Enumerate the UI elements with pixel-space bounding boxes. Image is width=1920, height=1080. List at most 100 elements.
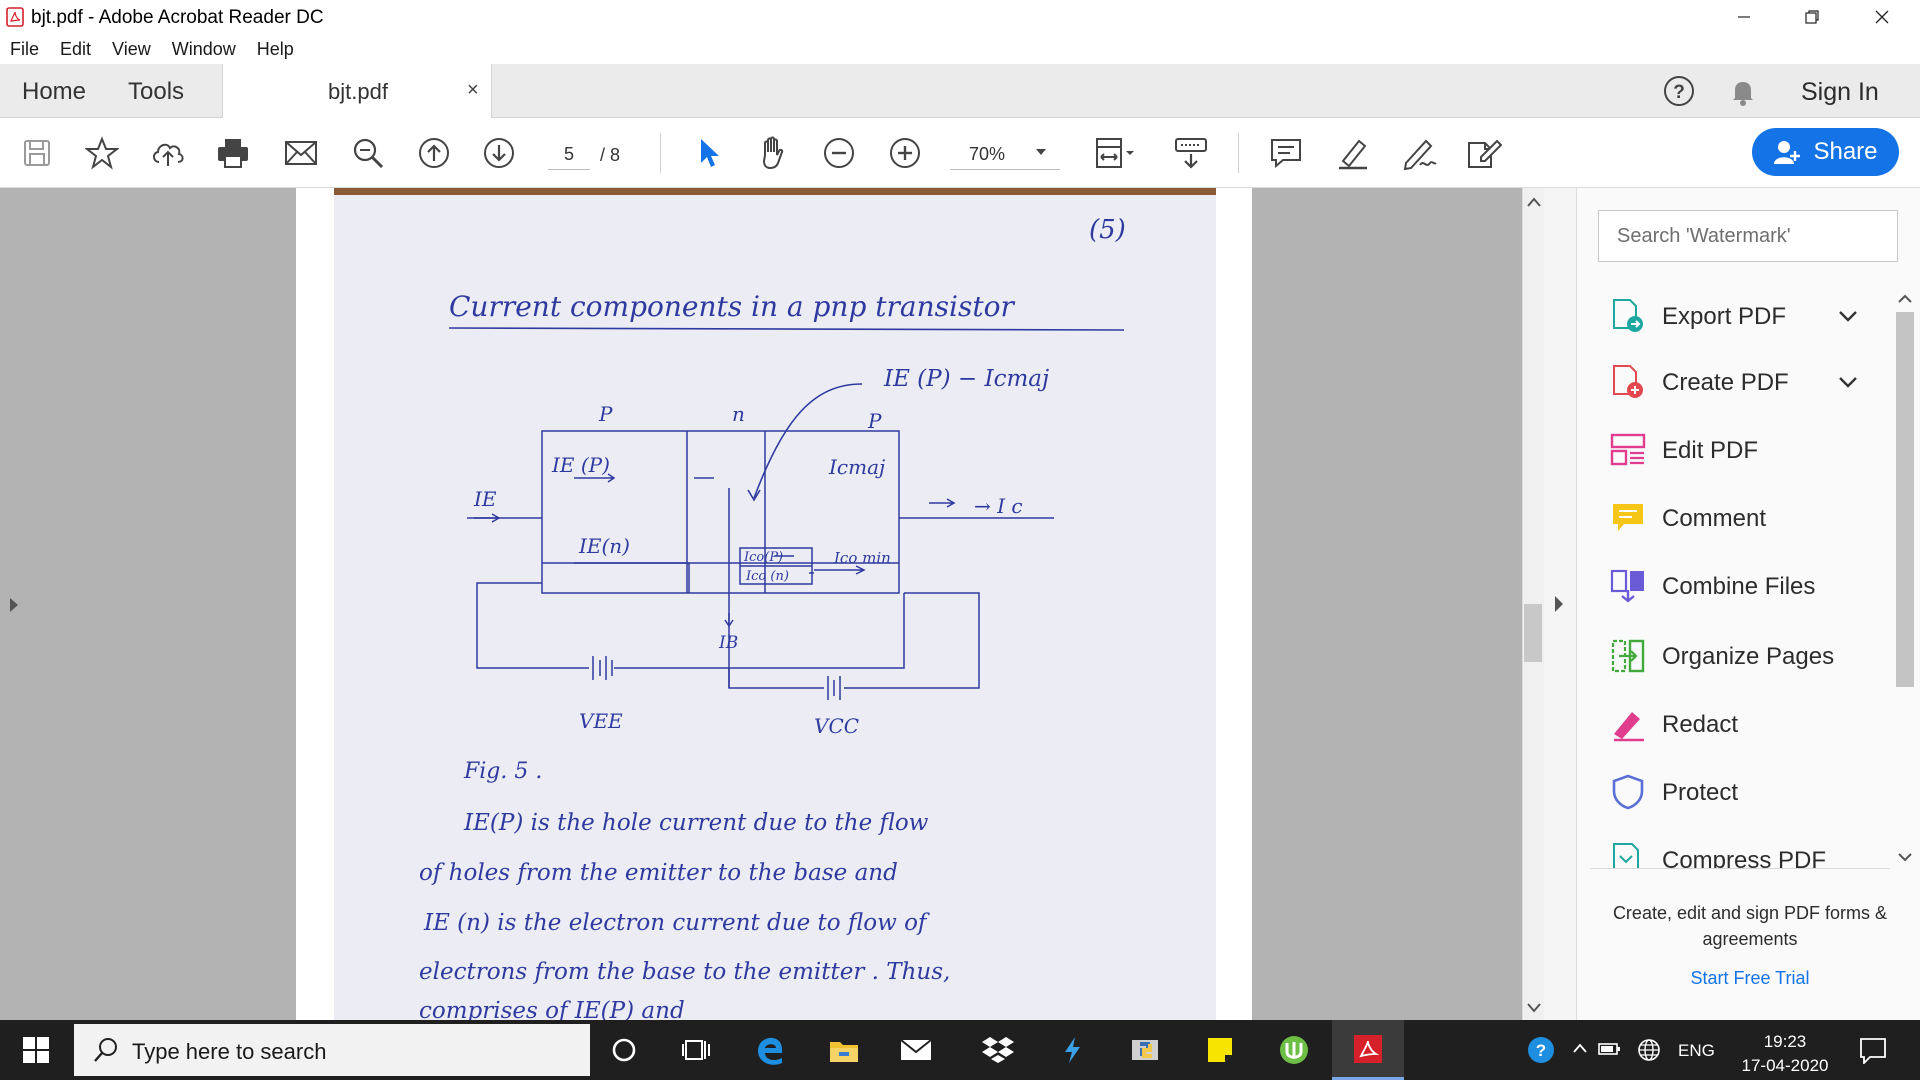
- expand-left-panel-icon[interactable]: [8, 597, 20, 613]
- sign-icon[interactable]: [1398, 132, 1440, 174]
- menu-file[interactable]: File: [10, 39, 39, 60]
- tool-comment[interactable]: Comment: [1610, 494, 1900, 542]
- page-up-icon[interactable]: [413, 132, 455, 174]
- menu-help[interactable]: Help: [257, 39, 294, 60]
- document-scroll-thumb[interactable]: [1524, 604, 1542, 662]
- tools-pane-divider: [1590, 868, 1890, 869]
- dropbox-icon[interactable]: [962, 1020, 1034, 1080]
- start-button[interactable]: [0, 1020, 72, 1080]
- tool-export-pdf[interactable]: Export PDF: [1610, 292, 1900, 340]
- cortana-icon[interactable]: [588, 1020, 660, 1080]
- tool-combine-files[interactable]: Combine Files: [1610, 562, 1900, 610]
- print-icon[interactable]: [212, 132, 254, 174]
- label-ie-p: IE (P): [551, 453, 610, 477]
- label-ie-n: IE(n): [578, 534, 630, 558]
- help-tray-icon[interactable]: ?: [1526, 1035, 1556, 1065]
- zoom-out-icon[interactable]: [818, 132, 860, 174]
- collapse-right-pane-button[interactable]: [1544, 188, 1576, 1020]
- battery-icon[interactable]: [1598, 1040, 1622, 1058]
- notification-bell-icon[interactable]: [1726, 74, 1760, 108]
- protect-icon: [1610, 774, 1646, 810]
- utorrent-icon[interactable]: [1258, 1020, 1330, 1080]
- highlight-icon[interactable]: [1332, 132, 1374, 174]
- input-language[interactable]: ENG: [1678, 1041, 1715, 1061]
- edit-pdf-icon: [1610, 432, 1646, 468]
- tool-protect[interactable]: Protect: [1610, 768, 1900, 816]
- handwritten-page-number: (5): [1089, 215, 1126, 245]
- sticky-notes-icon[interactable]: [1184, 1020, 1256, 1080]
- tool-organize-pages[interactable]: Organize Pages: [1610, 632, 1900, 680]
- window-title: bjt.pdf - Adobe Acrobat Reader DC: [31, 7, 324, 28]
- fit-page-icon[interactable]: [1090, 132, 1140, 174]
- task-view-icon[interactable]: [660, 1020, 732, 1080]
- zoom-in-icon[interactable]: [884, 132, 926, 174]
- tools-pane-scroll-thumb[interactable]: [1896, 312, 1914, 687]
- comment-icon[interactable]: [1265, 132, 1307, 174]
- bookmark-star-icon[interactable]: [81, 132, 123, 174]
- taskbar-search-box[interactable]: Type here to search: [74, 1024, 590, 1076]
- edge-icon[interactable]: [734, 1020, 806, 1080]
- page-down-icon[interactable]: [478, 132, 520, 174]
- save-icon[interactable]: [16, 132, 58, 174]
- menu-edit[interactable]: Edit: [60, 39, 91, 60]
- share-button[interactable]: Share: [1752, 128, 1899, 176]
- windows-logo-icon: [23, 1037, 49, 1063]
- label-ico-p: Ico(P): [743, 550, 783, 565]
- tool-label: Edit PDF: [1662, 437, 1759, 464]
- zoom-search-icon[interactable]: [347, 132, 389, 174]
- tab-document[interactable]: bjt.pdf ×: [222, 64, 492, 119]
- hand-icon[interactable]: [752, 132, 794, 174]
- acrobat-icon[interactable]: [1332, 1020, 1404, 1080]
- file-explorer-icon[interactable]: [808, 1020, 880, 1080]
- export-pdf-icon: [1610, 298, 1646, 334]
- tool-edit-pdf[interactable]: Edit PDF: [1610, 426, 1900, 474]
- body-line-5: comprises of IE(P) and: [419, 998, 685, 1020]
- tools-search-input[interactable]: Search 'Watermark': [1598, 210, 1898, 262]
- add-user-icon: [1773, 139, 1801, 165]
- fill-sign-icon[interactable]: [1462, 132, 1504, 174]
- menu-view[interactable]: View: [112, 39, 151, 60]
- zoom-dropdown-caret-icon[interactable]: [1035, 148, 1047, 156]
- label-p-left: P: [598, 402, 613, 426]
- label-p-right: P: [867, 409, 882, 433]
- scanned-notebook-page: (5) Current components in a pnp transist…: [334, 188, 1216, 1020]
- visual-studio-icon[interactable]: [1036, 1020, 1108, 1080]
- restore-button[interactable]: [1782, 0, 1842, 34]
- chevron-down-icon[interactable]: [1838, 310, 1858, 322]
- select-cursor-icon[interactable]: [687, 132, 729, 174]
- label-ie-p-minus-icmaj: IE (P) − Icmaj: [883, 366, 1049, 392]
- document-tab-label: bjt.pdf: [328, 79, 388, 104]
- start-free-trial-link[interactable]: Start Free Trial: [1600, 968, 1900, 989]
- figure-caption: Fig. 5 .: [463, 759, 542, 784]
- python-icon[interactable]: [1110, 1020, 1182, 1080]
- upload-cloud-icon[interactable]: [147, 132, 189, 174]
- minimize-button[interactable]: [1714, 0, 1774, 34]
- windows-taskbar: Type here to search ? ENG 19:23 17-04-20…: [0, 1020, 1920, 1080]
- body-line-2: of holes from the emitter to the base an…: [419, 860, 898, 886]
- system-clock[interactable]: 19:23 17-04-2020: [1730, 1030, 1840, 1078]
- tab-home[interactable]: Home: [22, 78, 86, 106]
- email-icon[interactable]: [280, 132, 322, 174]
- tool-redact[interactable]: Redact: [1610, 700, 1900, 748]
- comment-tool-icon: [1610, 500, 1646, 536]
- tab-tools[interactable]: Tools: [128, 78, 184, 106]
- show-hidden-icons-icon[interactable]: [1572, 1042, 1588, 1054]
- close-window-button[interactable]: [1852, 0, 1912, 34]
- page-number-input[interactable]: 5: [548, 140, 590, 170]
- network-globe-icon[interactable]: [1636, 1037, 1662, 1063]
- svg-text:?: ?: [1536, 1041, 1546, 1060]
- read-mode-icon[interactable]: [1170, 132, 1212, 174]
- search-icon: [92, 1036, 120, 1064]
- main-toolbar: 5 / 8 70% Share: [0, 118, 1920, 188]
- label-vee: VEE: [579, 709, 623, 733]
- sign-in-link[interactable]: Sign In: [1801, 78, 1879, 107]
- close-tab-icon[interactable]: ×: [467, 79, 479, 102]
- help-icon[interactable]: ?: [1662, 74, 1696, 108]
- tool-create-pdf[interactable]: Create PDF: [1610, 358, 1900, 406]
- mail-icon[interactable]: [880, 1020, 952, 1080]
- tool-compress-pdf[interactable]: Compress PDF: [1610, 836, 1870, 868]
- share-label: Share: [1813, 138, 1878, 165]
- action-center-icon[interactable]: [1858, 1036, 1888, 1064]
- menu-window[interactable]: Window: [172, 39, 236, 60]
- chevron-down-icon[interactable]: [1838, 376, 1858, 388]
